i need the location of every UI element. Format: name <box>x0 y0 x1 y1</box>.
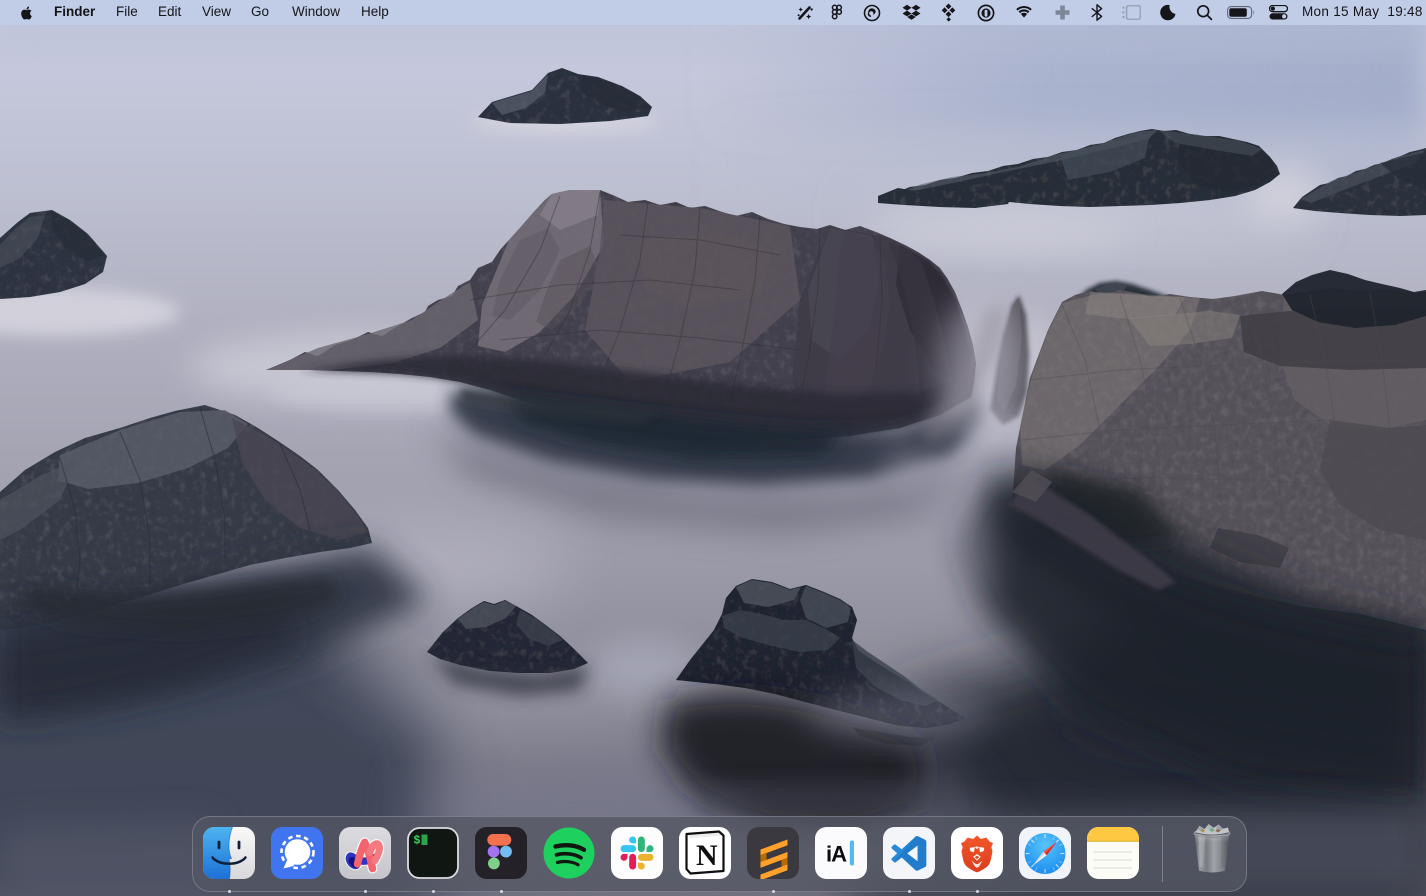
svg-text:$: $ <box>414 835 421 848</box>
svg-text:iA: iA <box>826 842 847 867</box>
svg-text:N: N <box>696 839 718 872</box>
